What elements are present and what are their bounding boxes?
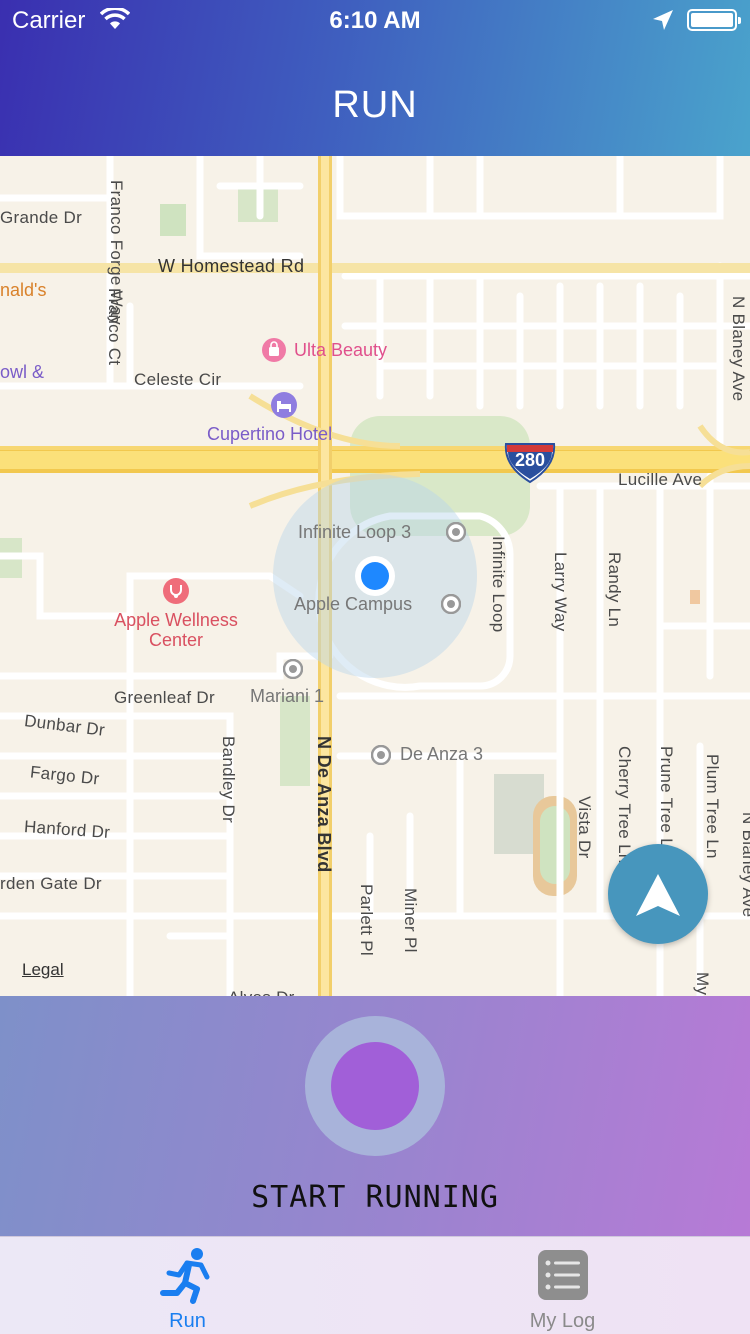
- recenter-location-button[interactable]: [608, 844, 708, 944]
- street-label: Larry Way: [551, 552, 570, 632]
- poi-cupertino-hotel[interactable]: Cupertino Hotel: [207, 424, 332, 445]
- bed-icon[interactable]: [271, 392, 297, 423]
- street-label: Greenleaf Dr: [114, 688, 215, 707]
- poi-label[interactable]: nald's: [0, 280, 46, 301]
- runner-icon: [157, 1245, 217, 1305]
- street-label: Parlett Pl: [357, 884, 376, 956]
- street-label: Franco Ct: [105, 288, 124, 366]
- street-label: N Blaney Ave: [729, 296, 748, 402]
- navigation-arrow-icon: [636, 874, 680, 916]
- poi-apple-wellness-center[interactable]: Apple Wellness Center: [100, 610, 252, 650]
- status-bar: Carrier 6:10 AM: [0, 0, 750, 40]
- poi-pin-icon[interactable]: [282, 658, 304, 684]
- tab-run-label: Run: [169, 1310, 206, 1332]
- clock: 6:10 AM: [329, 7, 421, 34]
- stethoscope-icon[interactable]: [163, 578, 189, 609]
- tab-run[interactable]: Run: [0, 1237, 375, 1334]
- start-running-label: START RUNNING: [251, 1180, 499, 1215]
- poi-infinite-loop-3[interactable]: Infinite Loop 3: [298, 522, 411, 543]
- poi-mariani-1[interactable]: Mariani 1: [250, 686, 324, 707]
- highway-number: 280: [514, 450, 546, 470]
- street-label: rden Gate Dr: [0, 874, 102, 893]
- tab-my-log-label: My Log: [529, 1310, 596, 1332]
- tab-bar: Run My Log: [0, 1236, 750, 1334]
- street-label: W Homestead Rd: [158, 256, 305, 276]
- street-label: Grande Dr: [0, 208, 83, 227]
- run-panel: START RUNNING: [0, 996, 750, 1236]
- map-view[interactable]: Grande Dr Franco Forge Way W Homestead R…: [0, 156, 750, 996]
- poi-label-line: Center: [148, 630, 204, 650]
- poi-label-line: Apple Wellness: [114, 610, 238, 630]
- user-location-dot: [353, 554, 397, 603]
- street-label: Celeste Cir: [134, 370, 222, 389]
- battery-icon: [687, 9, 741, 31]
- street-label: Randy Ln: [605, 552, 624, 628]
- poi-label[interactable]: owl &: [0, 362, 44, 383]
- poi-ulta-beauty[interactable]: Ulta Beauty: [294, 340, 387, 361]
- location-arrow-icon: [652, 9, 674, 38]
- poi-pin-icon[interactable]: [370, 744, 392, 770]
- legal-link[interactable]: Legal: [22, 960, 64, 980]
- page-title: RUN: [332, 84, 418, 126]
- street-label: Infinite Loop: [489, 536, 508, 633]
- street-label: Miner Pl: [401, 888, 420, 953]
- street-label: Vista Dr: [575, 796, 594, 859]
- street-label: Bandley Dr: [219, 736, 238, 824]
- start-run-dot: [331, 1042, 419, 1130]
- header: Carrier 6:10 AM RUN: [0, 0, 750, 156]
- start-run-button[interactable]: [305, 1016, 445, 1156]
- poi-pin-icon[interactable]: [445, 521, 467, 547]
- street-label: N De Anza Blvd: [314, 736, 334, 873]
- street-label: N Blaney Ave: [739, 812, 750, 918]
- poi-de-anza-3[interactable]: De Anza 3: [400, 744, 483, 765]
- street-label: Plum Tree Ln: [703, 754, 722, 859]
- street-label: Prune Tree Ln: [657, 746, 676, 858]
- shopping-bag-icon[interactable]: [262, 338, 286, 367]
- street-label: Alves Dr: [228, 988, 295, 996]
- street-label: My: [693, 972, 712, 996]
- tab-my-log[interactable]: My Log: [375, 1237, 750, 1334]
- poi-pin-icon[interactable]: [440, 593, 462, 619]
- street-label: Lucille Ave: [618, 470, 703, 489]
- list-icon: [537, 1249, 589, 1301]
